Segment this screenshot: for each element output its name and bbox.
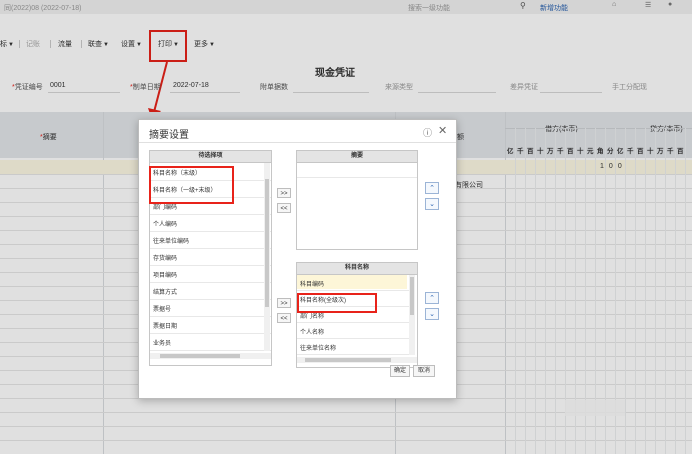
summary-header: 摘要 [297,151,417,163]
scrollbar-thumb[interactable] [410,277,414,315]
candidate-item[interactable]: 往来单位编码 [153,236,189,245]
subject-item[interactable]: 科目编码 [300,279,324,288]
list-divider [150,248,271,249]
chevron-up-icon: ⌃ [429,295,435,302]
close-icon[interactable]: ✕ [438,124,447,137]
list-divider [297,338,409,339]
scrollbar[interactable] [409,275,415,355]
list-divider [150,282,271,283]
candidate-item[interactable]: 结算方式 [153,287,177,296]
list-divider [150,231,271,232]
list-divider [150,316,271,317]
divider [139,142,456,143]
subject-highlight-box [297,293,377,313]
list-divider [297,177,417,178]
watermark-logo [565,400,625,416]
help-icon[interactable]: ⓘ [423,126,432,139]
scrollbar-thumb[interactable] [305,358,391,362]
scrollbar-thumb[interactable] [265,179,269,307]
ok-button[interactable]: 确定 [390,365,410,377]
move-down-button[interactable]: ⌄ [425,198,439,210]
move-left-button-lower[interactable]: << [277,313,291,323]
candidates-highlight-box [149,166,234,204]
chevron-down-icon: ⌄ [429,311,435,318]
candidate-item[interactable]: 票据号 [153,304,171,313]
subject-panel: 科目名称 科目编码 科目名称(全级次) 部门名称 个人名称 往来单位名称 [296,262,418,368]
list-divider [150,299,271,300]
move-up-button-lower[interactable]: ⌃ [425,292,439,304]
list-divider [150,214,271,215]
candidate-item[interactable]: 个人编码 [153,219,177,228]
candidate-item[interactable]: 票据日期 [153,321,177,330]
move-down-button-lower[interactable]: ⌄ [425,308,439,320]
subject-item[interactable]: 往来单位名称 [300,343,336,352]
list-divider [150,265,271,266]
summary-settings-dialog: 摘要设置 ⓘ ✕ 待选择项 科目名称（末级） 科目名称（一级+末级） 部门编码 个人编… [138,119,457,399]
move-right-button[interactable]: >> [277,188,291,198]
candidates-header: 待选择项 [150,151,271,163]
candidate-item[interactable]: 存货编码 [153,253,177,262]
move-right-button-lower[interactable]: >> [277,298,291,308]
move-left-button[interactable]: << [277,203,291,213]
scrollbar[interactable] [264,163,270,351]
scrollbar-horizontal[interactable] [150,353,271,359]
move-up-button[interactable]: ⌃ [425,182,439,194]
list-divider [150,350,271,351]
subject-item[interactable]: 个人名称 [300,327,324,336]
cancel-button[interactable]: 取消 [413,365,435,377]
subject-header: 科目名称 [297,263,417,275]
dialog-title: 摘要设置 [149,130,189,141]
list-divider [297,290,409,291]
chevron-down-icon: ⌄ [429,201,435,208]
candidate-item[interactable]: 项目编码 [153,270,177,279]
scrollbar-thumb[interactable] [160,354,240,358]
scrollbar-horizontal[interactable] [297,357,417,363]
summary-panel: 摘要 [296,150,418,250]
chevron-up-icon: ⌃ [429,185,435,192]
candidate-item[interactable]: 业务员 [153,338,171,347]
list-divider [297,354,409,355]
list-divider [150,333,271,334]
list-divider [297,322,409,323]
